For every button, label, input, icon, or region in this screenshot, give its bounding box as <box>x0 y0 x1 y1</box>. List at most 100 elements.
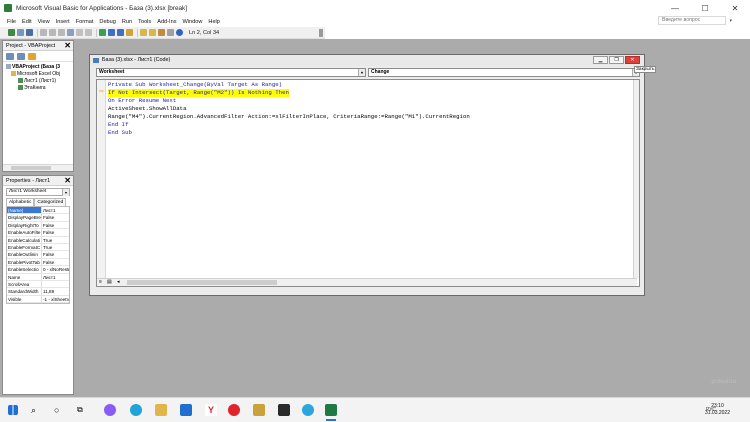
code-line[interactable]: Range("M4").CurrentRegion.AdvancedFilter… <box>108 113 470 121</box>
property-value[interactable]: 0 - xlNoRestri <box>42 266 69 272</box>
menu-tools[interactable]: Tools <box>135 19 154 25</box>
properties-window-icon[interactable] <box>149 29 156 36</box>
chevron-down-icon[interactable]: ▾ <box>358 69 365 76</box>
toggle-folders-icon[interactable] <box>28 52 36 60</box>
property-row[interactable]: DisplayPageBre False <box>7 214 69 222</box>
app-icon-shield[interactable] <box>253 404 265 416</box>
code-window-titlebar[interactable]: База (3).xlsx - Лист1 (Code) ▁ ❐ ✕ <box>90 55 644 66</box>
property-value[interactable]: Лист1 <box>42 207 69 213</box>
view-code-icon[interactable] <box>6 52 14 60</box>
help-icon[interactable] <box>176 29 183 36</box>
object-select[interactable]: Лист1 Worksheet ▾ <box>6 188 70 196</box>
save-icon[interactable] <box>26 29 33 36</box>
menu-run[interactable]: Run <box>119 19 135 25</box>
property-row[interactable]: EnableSelectio 0 - xlNoRestri <box>7 266 69 274</box>
undo-icon[interactable] <box>76 29 83 36</box>
code-line[interactable]: End If <box>108 121 470 129</box>
close-button[interactable]: ✕ <box>720 0 750 16</box>
cut-icon[interactable] <box>40 29 47 36</box>
yandex-browser-icon[interactable] <box>228 404 240 416</box>
file-explorer-icon[interactable] <box>155 404 167 416</box>
close-icon[interactable]: ✕ <box>64 176 71 186</box>
property-value[interactable]: Лист1 <box>42 274 69 280</box>
tree-item-thisworkbook[interactable]: ЭтаКнига <box>6 85 71 92</box>
app-icon-purple[interactable] <box>104 404 116 416</box>
task-view-icon[interactable]: ⧉ <box>77 404 89 416</box>
project-explorer-icon[interactable] <box>140 29 147 36</box>
property-value[interactable]: False <box>42 222 69 228</box>
menu-help[interactable]: Help <box>205 19 223 25</box>
property-row[interactable]: EnablePivotTab False <box>7 258 69 267</box>
paste-icon[interactable] <box>58 29 65 36</box>
code-line[interactable]: On Error Resume Next <box>108 97 470 105</box>
object-browser-icon[interactable] <box>158 29 165 36</box>
close-icon[interactable]: ✕ <box>64 41 71 51</box>
menu-insert[interactable]: Insert <box>53 19 73 25</box>
code-editor[interactable]: ⇨ Private Sub Worksheet_Change(ByVal Tar… <box>96 79 640 287</box>
tab-alphabetic[interactable]: Alphabetic <box>6 198 35 206</box>
procedure-view-icon[interactable]: ≡ <box>99 279 102 285</box>
property-row[interactable]: Visible -1 - xlSheetVi <box>7 295 69 304</box>
excel-view-icon[interactable] <box>8 29 15 36</box>
scroll-left-icon[interactable]: ◂ <box>117 279 120 285</box>
tree-item-excel-objects[interactable]: Microsoft Excel Obj <box>6 71 71 78</box>
property-value[interactable]: False <box>42 229 69 235</box>
project-hscrollbar[interactable] <box>3 164 73 171</box>
restore-icon[interactable]: ❐ <box>609 56 624 64</box>
reset-icon[interactable] <box>117 29 124 36</box>
code-hscrollbar[interactable]: ≡ ▤ ◂ <box>97 278 637 286</box>
procedure-combo[interactable]: Change ▾ <box>368 68 640 77</box>
edge-icon[interactable] <box>130 404 142 416</box>
property-row[interactable]: EnableAutoFilte False <box>7 229 69 237</box>
help-search-input[interactable]: Введите вопрос <box>658 16 726 25</box>
minimize-button[interactable]: — <box>660 0 690 16</box>
redo-icon[interactable] <box>85 29 92 36</box>
telegram-icon[interactable] <box>302 404 314 416</box>
property-value[interactable]: False <box>42 259 69 265</box>
object-combo[interactable]: Worksheet ▾ <box>96 68 366 77</box>
toolbox-icon[interactable] <box>167 29 174 36</box>
breakpoint-margin[interactable]: ⇨ <box>97 80 106 278</box>
property-value[interactable]: False <box>42 214 69 220</box>
menu-edit[interactable]: Edit <box>19 19 35 25</box>
tab-categorized[interactable]: Categorized <box>34 198 67 206</box>
menu-format[interactable]: Format <box>73 19 97 25</box>
scroll-thumb[interactable] <box>127 280 277 285</box>
cortana-icon[interactable]: ○ <box>54 404 66 416</box>
scroll-thumb[interactable] <box>11 166 51 170</box>
mail-icon[interactable] <box>180 404 192 416</box>
find-icon[interactable] <box>67 29 74 36</box>
property-value[interactable]: True <box>42 237 69 243</box>
run-icon[interactable] <box>99 29 106 36</box>
code-vscrollbar[interactable] <box>633 80 639 278</box>
code-line-highlighted[interactable]: If Not Intersect(Target, Range("M2")) Is… <box>108 89 289 97</box>
code-line[interactable]: Private Sub Worksheet_Change(ByVal Targe… <box>108 81 470 89</box>
view-object-icon[interactable] <box>17 52 25 60</box>
property-row[interactable]: StandardWidth 11,89 <box>7 288 69 296</box>
tree-item-vbaproject[interactable]: VBAProject (База (3 <box>6 64 71 71</box>
property-row[interactable]: EnableFormatC True <box>7 243 69 252</box>
tree-item-sheet1[interactable]: Лист1 (Лист1) <box>6 78 71 85</box>
property-row[interactable]: (Name) Лист1 <box>7 207 69 215</box>
app-icon-dark[interactable] <box>278 404 290 416</box>
property-value[interactable] <box>42 281 69 287</box>
menu-debug[interactable]: Debug <box>96 19 118 25</box>
excel-icon[interactable] <box>325 404 337 416</box>
yandex-icon[interactable]: Y <box>205 404 217 416</box>
property-value[interactable]: 11,89 <box>42 288 69 294</box>
property-row[interactable]: Name Лист1 <box>7 273 69 281</box>
help-dropdown-icon[interactable]: ▾ <box>729 18 732 24</box>
minimize-icon[interactable]: ▁ <box>593 56 608 64</box>
menu-file[interactable]: File <box>4 19 19 25</box>
toolbar-grip[interactable] <box>319 29 323 37</box>
maximize-button[interactable]: ☐ <box>690 0 720 16</box>
module-view-icon[interactable]: ▤ <box>107 279 112 285</box>
menu-window[interactable]: Window <box>180 19 206 25</box>
property-row[interactable]: EnableCalculati True <box>7 236 69 244</box>
windows-start-icon[interactable] <box>8 405 18 415</box>
close-icon[interactable]: ✕ <box>625 56 640 64</box>
design-mode-icon[interactable] <box>126 29 133 36</box>
taskbar-clock[interactable]: 23:10 31.03.2022 <box>705 403 730 417</box>
menu-view[interactable]: View <box>35 19 53 25</box>
property-value[interactable]: True <box>42 244 69 250</box>
